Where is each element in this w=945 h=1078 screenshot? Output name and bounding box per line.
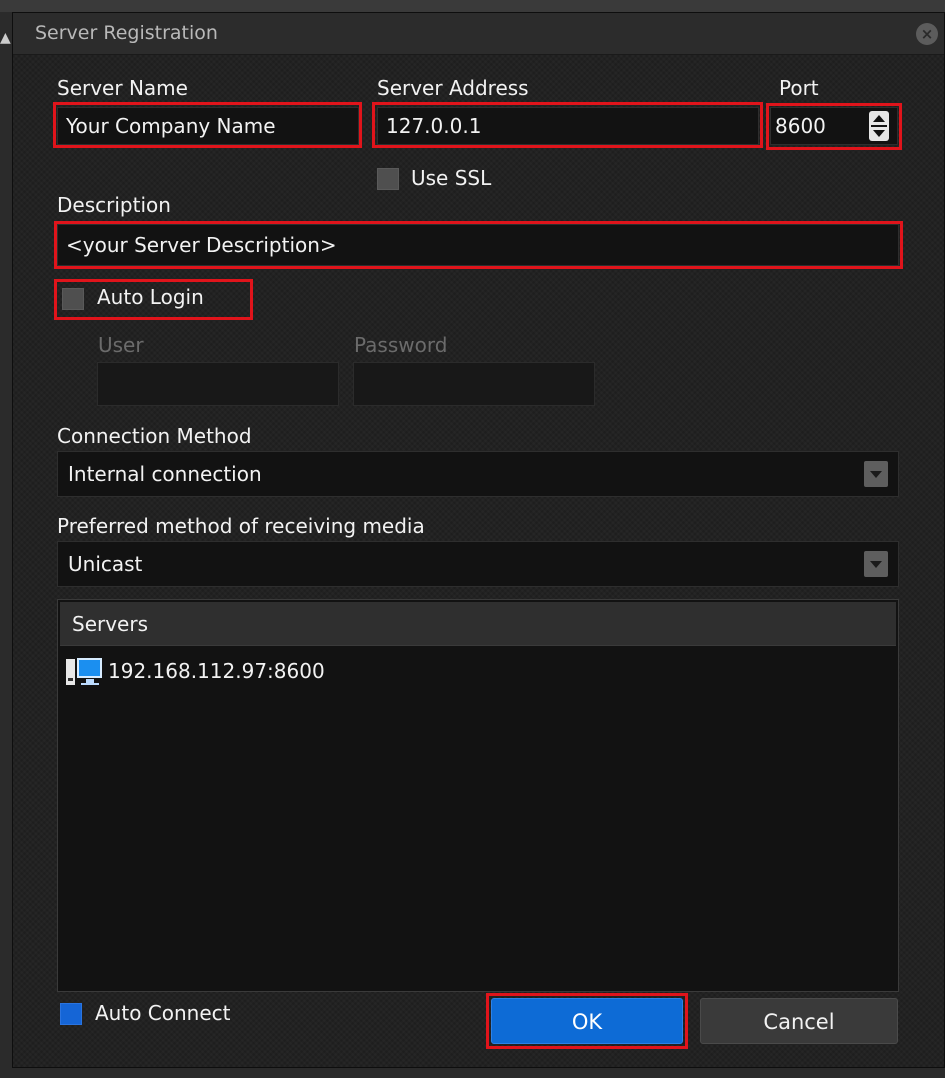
- port-label: Port: [779, 76, 819, 100]
- server-name-input[interactable]: Your Company Name: [57, 107, 359, 145]
- servers-list-header: Servers: [60, 602, 896, 646]
- description-input[interactable]: <your Server Description>: [57, 224, 899, 266]
- title-bar: Server Registration ×: [13, 13, 944, 55]
- servers-list[interactable]: Servers 192.168.112.97:8600: [57, 599, 899, 992]
- use-ssl-label: Use SSL: [411, 166, 492, 190]
- connection-method-label: Connection Method: [57, 424, 252, 448]
- password-label: Password: [354, 333, 448, 357]
- media-method-select[interactable]: Unicast: [57, 541, 899, 587]
- chevron-down-icon[interactable]: [864, 461, 888, 487]
- list-item[interactable]: 192.168.112.97:8600: [64, 654, 325, 688]
- chevron-down-icon[interactable]: [864, 551, 888, 577]
- server-registration-dialog: Server Registration × Server Name Your C…: [12, 12, 945, 1068]
- connection-method-value: Internal connection: [68, 462, 262, 486]
- background-strip: [0, 0, 945, 12]
- cancel-button[interactable]: Cancel: [700, 998, 898, 1044]
- server-name-label: Server Name: [57, 76, 188, 100]
- auto-connect-label: Auto Connect: [95, 1001, 231, 1025]
- auto-login-label: Auto Login: [97, 285, 204, 309]
- user-input[interactable]: [97, 362, 339, 406]
- use-ssl-checkbox[interactable]: [377, 168, 399, 190]
- server-address-input[interactable]: 127.0.0.1: [377, 107, 759, 145]
- auto-connect-checkbox[interactable]: [60, 1003, 82, 1025]
- ok-button[interactable]: OK: [491, 998, 683, 1044]
- connection-method-select[interactable]: Internal connection: [57, 451, 899, 497]
- user-label: User: [98, 333, 144, 357]
- background-fragment: ▲: [0, 30, 11, 46]
- window-title: Server Registration: [35, 22, 218, 44]
- media-method-value: Unicast: [68, 552, 143, 576]
- description-label: Description: [57, 193, 171, 217]
- close-icon[interactable]: ×: [916, 23, 938, 45]
- media-method-label: Preferred method of receiving media: [57, 514, 425, 538]
- password-input[interactable]: [353, 362, 595, 406]
- auto-login-checkbox[interactable]: [62, 288, 84, 310]
- port-stepper-icon[interactable]: [869, 111, 889, 141]
- server-address-text: 192.168.112.97:8600: [108, 659, 325, 683]
- server-computer-icon: [64, 655, 104, 687]
- server-address-label: Server Address: [377, 76, 529, 100]
